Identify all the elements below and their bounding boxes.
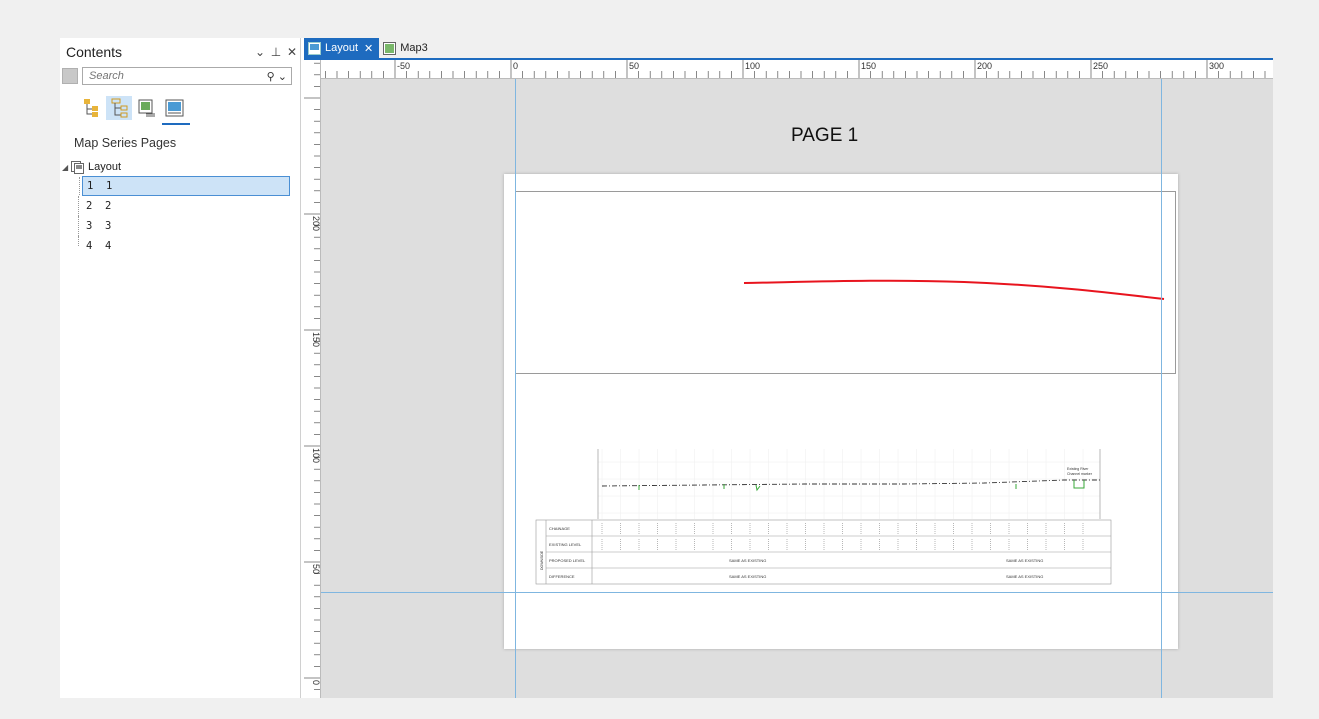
ruler-label: 150 <box>861 61 876 71</box>
ruler-label: 300 <box>1209 61 1224 71</box>
search-field[interactable]: ⚲ ⌄ <box>82 67 292 85</box>
search-row: ⚲ ⌄ <box>62 66 300 86</box>
tree-root-layout[interactable]: ◢ Layout <box>60 158 300 176</box>
table-row-chainage: CHAINAGE <box>549 526 570 531</box>
tree-root-label: Layout <box>88 161 122 173</box>
ruler-label: 0 <box>513 61 518 71</box>
tab-label: Map3 <box>400 42 428 54</box>
horizontal-ruler[interactable]: -50 0 50 100 150 200 250 300 <box>320 60 1273 79</box>
guide-vertical-left[interactable] <box>515 79 516 698</box>
list-by-data-source-button[interactable] <box>134 96 160 120</box>
ruler-label: 150 <box>311 332 320 347</box>
page-item-label: 2 2 <box>86 200 112 212</box>
filter-icon[interactable] <box>62 68 78 84</box>
section-title: Map Series Pages <box>74 136 177 150</box>
table-row-proposed-level: PROPOSED LEVEL <box>549 558 586 563</box>
expand-collapse-icon[interactable]: ◢ <box>62 163 70 172</box>
map-tab-icon <box>383 41 397 55</box>
horizontal-ruler-ticks: -50 0 50 100 150 200 250 300 <box>325 60 1266 78</box>
contents-view-buttons <box>78 96 300 125</box>
profile-graphic[interactable]: Existing River Channel marker DOWNSIDE C… <box>504 174 1178 649</box>
annotation-line-2: Channel marker <box>1067 472 1093 476</box>
layout-elements-icon <box>138 99 155 117</box>
drawing-order-icon <box>84 99 98 117</box>
tab-map3[interactable]: Map3 <box>379 38 434 58</box>
profile-grid <box>598 461 1100 514</box>
layout-view: Layout ✕ Map3 -50 0 50 100 150 200 250 300 200 1… <box>304 38 1273 698</box>
ruler-label: 0 <box>311 680 320 685</box>
page-item-4[interactable]: 4 4 <box>78 236 300 256</box>
table-value-columns <box>601 523 1084 550</box>
selection-list-icon <box>111 98 128 118</box>
page-item-label: 3 3 <box>86 220 112 232</box>
guide-vertical-right[interactable] <box>1161 79 1162 698</box>
pin-icon[interactable]: ⊥ <box>268 45 284 59</box>
contents-header: Contents ⌄ ⊥ ✕ <box>60 38 300 66</box>
ruler-label: 200 <box>977 61 992 71</box>
ruler-label: 100 <box>745 61 760 71</box>
page-item-2[interactable]: 2 2 <box>78 196 300 216</box>
map-series-tree: ◢ Layout 1 1 2 2 3 3 4 4 <box>60 158 300 256</box>
table-side-label: DOWNSIDE <box>540 550 544 570</box>
ruler-label: 100 <box>311 448 320 463</box>
close-pane-icon[interactable]: ✕ <box>284 45 300 59</box>
guide-horizontal[interactable] <box>321 592 1273 593</box>
ruler-label: 250 <box>1093 61 1108 71</box>
tree-connector <box>78 236 79 246</box>
tab-label: Layout <box>325 42 359 54</box>
page-item-1[interactable]: 1 1 <box>79 176 290 196</box>
view-tabs: Layout ✕ Map3 <box>304 38 1273 60</box>
search-icon[interactable]: ⚲ ⌄ <box>267 70 287 83</box>
page-item-label: 1 1 <box>87 180 113 192</box>
difference-right-value: SAME AS EXISTING <box>1006 574 1043 579</box>
arcgis-app: Contents ⌄ ⊥ ✕ ⚲ ⌄ <box>60 38 1273 698</box>
existing-ground-line <box>601 479 1100 487</box>
proposed-right-value: SAME AS EXISTING <box>1006 558 1043 563</box>
search-input[interactable] <box>87 69 251 83</box>
difference-left-value: SAME AS EXISTING <box>729 574 766 579</box>
close-tab-icon[interactable]: ✕ <box>364 42 373 55</box>
page-item-3[interactable]: 3 3 <box>78 216 300 236</box>
table-row-existing-level: EXISTING LEVEL <box>549 542 582 547</box>
vertical-ruler-ticks: 200 150 100 50 0 <box>304 62 321 690</box>
list-by-drawing-order-button[interactable] <box>78 96 104 120</box>
tree-connector <box>79 177 80 195</box>
layout-pages-icon <box>71 160 84 174</box>
ruler-label: -50 <box>397 61 410 71</box>
annotation-line-1: Existing River <box>1067 467 1089 471</box>
map-series-icon <box>165 99 184 117</box>
table-row-difference: DIFFERENCE <box>549 574 575 579</box>
contents-pane: Contents ⌄ ⊥ ✕ ⚲ ⌄ <box>60 38 301 698</box>
tab-layout[interactable]: Layout ✕ <box>304 38 380 58</box>
layout-canvas[interactable]: PAGE 1 Existing River Channel marker DOW… <box>321 79 1273 698</box>
tree-connector <box>78 216 79 236</box>
map-series-pages-button[interactable] <box>162 96 190 125</box>
layout-tab-icon <box>308 41 321 55</box>
contents-title: Contents <box>66 44 123 60</box>
layout-page[interactable]: Existing River Channel marker DOWNSIDE C… <box>504 174 1178 649</box>
list-by-selection-button[interactable] <box>106 96 132 120</box>
ruler-label: 200 <box>311 216 320 231</box>
pane-options-dropdown-icon[interactable]: ⌄ <box>252 45 268 59</box>
ruler-label: 50 <box>629 61 639 71</box>
tree-connector <box>78 196 79 216</box>
ruler-label: 50 <box>311 564 320 574</box>
page-title: PAGE 1 <box>791 125 859 146</box>
page-item-label: 4 4 <box>86 240 112 252</box>
vertical-ruler[interactable]: 200 150 100 50 0 <box>304 60 321 698</box>
proposed-left-value: SAME AS EXISTING <box>729 558 766 563</box>
